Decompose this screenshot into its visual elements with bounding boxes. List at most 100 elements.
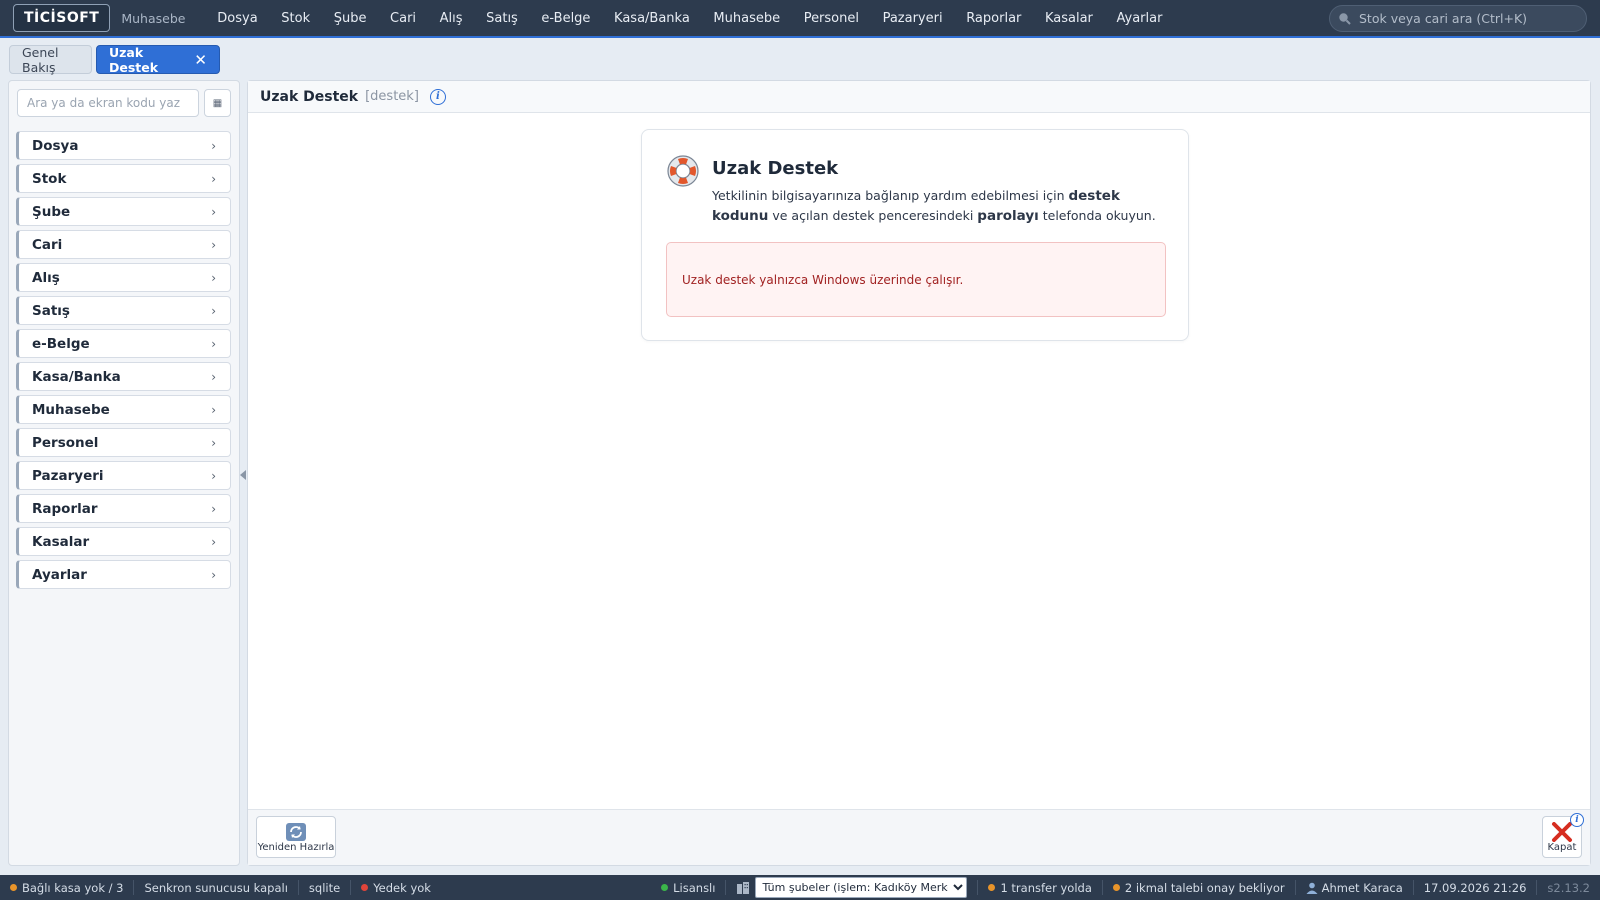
status-sync-text: Senkron sunucusu kapalı bbox=[144, 880, 288, 895]
desc-text: Yetkilinin bilgisayarınıza bağlanıp yard… bbox=[712, 188, 1069, 203]
sidebar-item-personel[interactable]: Personel › bbox=[16, 428, 231, 457]
lifebuoy-icon bbox=[667, 155, 699, 187]
sidebar-item-cari[interactable]: Cari › bbox=[16, 230, 231, 259]
sidebar-item-pazaryeri[interactable]: Pazaryeri › bbox=[16, 461, 231, 490]
status-cash: Bağlı kasa yok / 3 bbox=[0, 881, 133, 895]
sidebar-item-label: Alış bbox=[32, 269, 60, 286]
panel-footer: Yeniden Hazırla Kapat i bbox=[248, 809, 1590, 865]
sidebar-item-raporlar[interactable]: Raporlar › bbox=[16, 494, 231, 523]
tab-bar: Genel Bakış Uzak Destek ✕ bbox=[0, 40, 1600, 78]
status-db-text: sqlite bbox=[308, 880, 341, 895]
status-transfer[interactable]: 1 transfer yolda bbox=[978, 881, 1101, 895]
sidebar-item-muhasebe[interactable]: Muhasebe › bbox=[16, 395, 231, 424]
app-logo[interactable]: TİCİSOFT bbox=[13, 4, 111, 32]
tab-uzak-destek[interactable]: Uzak Destek ✕ bbox=[96, 45, 220, 75]
sidebar-item-label: Pazaryeri bbox=[32, 467, 104, 484]
sidebar-item-stok[interactable]: Stok › bbox=[16, 164, 231, 193]
panel-header: Uzak Destek [destek] i bbox=[248, 81, 1590, 113]
menu-item-muhasebe[interactable]: Muhasebe bbox=[702, 11, 792, 26]
status-cash-text: Bağlı kasa yok / 3 bbox=[22, 880, 124, 895]
menu-item-ayarlar[interactable]: Ayarlar bbox=[1105, 11, 1175, 26]
status-supply[interactable]: 2 ikmal talebi onay bekliyor bbox=[1103, 881, 1295, 895]
status-license: Lisanslı bbox=[651, 881, 725, 895]
menu-item-sube[interactable]: Şube bbox=[322, 11, 378, 26]
sidebar-item-alis[interactable]: Alış › bbox=[16, 263, 231, 292]
close-button[interactable]: Kapat i bbox=[1542, 813, 1584, 858]
status-dot-icon bbox=[361, 884, 369, 891]
building-icon bbox=[737, 882, 750, 894]
desc-text: telefonda okuyun. bbox=[1038, 208, 1156, 223]
top-navbar: TİCİSOFT Muhasebe Dosya Stok Şube Cari A… bbox=[0, 0, 1600, 38]
chevron-right-icon: › bbox=[211, 303, 216, 318]
status-transfer-text: 1 transfer yolda bbox=[1000, 880, 1092, 895]
status-user-text: Ahmet Karaca bbox=[1321, 880, 1403, 895]
menu-item-personel[interactable]: Personel bbox=[792, 11, 871, 26]
sidebar-item-sube[interactable]: Şube › bbox=[16, 197, 231, 226]
reload-button[interactable]: Yeniden Hazırla bbox=[256, 816, 336, 858]
tab-genel-bakis[interactable]: Genel Bakış bbox=[9, 44, 92, 75]
refresh-icon bbox=[286, 822, 306, 841]
status-user[interactable]: Ahmet Karaca bbox=[1296, 881, 1413, 895]
status-backup: Yedek yok bbox=[351, 881, 441, 895]
sidebar-item-label: Muhasebe bbox=[32, 401, 110, 418]
tab-label: Genel Bakış bbox=[22, 44, 59, 75]
remote-support-card: Uzak Destek Yetkilinin bilgisayarınıza b… bbox=[641, 129, 1189, 341]
page-title: Uzak Destek bbox=[260, 88, 359, 105]
menu-item-alis[interactable]: Alış bbox=[428, 11, 474, 26]
menu-item-raporlar[interactable]: Raporlar bbox=[954, 11, 1033, 26]
status-sync: Senkron sunucusu kapalı bbox=[134, 881, 297, 895]
chevron-right-icon: › bbox=[211, 369, 216, 384]
sidebar-menu: Dosya › Stok › Şube › Cari › Alış › Satış › e-… bbox=[16, 131, 231, 593]
grid-icon[interactable]: ▦ bbox=[204, 89, 231, 117]
sidebar-item-label: Satış bbox=[32, 302, 70, 319]
chevron-right-icon: › bbox=[211, 138, 216, 153]
status-dot-icon bbox=[1112, 884, 1120, 891]
chevron-right-icon: › bbox=[211, 468, 216, 483]
menu-item-dosya[interactable]: Dosya bbox=[205, 11, 269, 26]
global-search-input[interactable] bbox=[1359, 11, 1574, 26]
menu-item-ebelge[interactable]: e-Belge bbox=[530, 11, 603, 26]
sidebar-item-ebelge[interactable]: e-Belge › bbox=[16, 329, 231, 358]
status-version: s2.13.2 bbox=[1537, 881, 1600, 895]
branch-select[interactable]: Tüm şubeler (işlem: Kadıköy Merkez) bbox=[755, 877, 968, 898]
close-icon[interactable]: ✕ bbox=[194, 51, 207, 69]
main-panel: Uzak Destek [destek] i Uzak Destek Yetki… bbox=[247, 80, 1591, 866]
menu-item-cari[interactable]: Cari bbox=[378, 11, 428, 26]
error-alert: Uzak destek yalnızca Windows üzerinde ça… bbox=[666, 242, 1166, 317]
status-dot-icon bbox=[661, 884, 669, 891]
sidebar-search-input[interactable] bbox=[17, 89, 199, 117]
chevron-right-icon: › bbox=[211, 567, 216, 582]
status-dot-icon bbox=[988, 884, 996, 891]
chevron-right-icon: › bbox=[211, 237, 216, 252]
menu-item-satis[interactable]: Satış bbox=[474, 11, 529, 26]
desc-bold-password: parolayı bbox=[977, 208, 1039, 224]
status-license-text: Lisanslı bbox=[673, 880, 716, 895]
card-description: Yetkilinin bilgisayarınıza bağlanıp yard… bbox=[712, 186, 1162, 226]
info-icon[interactable]: i bbox=[429, 88, 446, 105]
status-version-text: s2.13.2 bbox=[1547, 880, 1590, 895]
menu-item-kasalar[interactable]: Kasalar bbox=[1033, 11, 1105, 26]
close-label: Kapat bbox=[1547, 841, 1577, 853]
sidebar-item-label: Personel bbox=[32, 434, 99, 451]
menu-item-stok[interactable]: Stok bbox=[269, 11, 321, 26]
status-db: sqlite bbox=[299, 881, 350, 895]
sidebar-item-label: Dosya bbox=[32, 137, 79, 154]
sidebar-item-dosya[interactable]: Dosya › bbox=[16, 131, 231, 160]
info-icon: i bbox=[1570, 813, 1584, 827]
sidebar-item-ayarlar[interactable]: Ayarlar › bbox=[16, 560, 231, 589]
global-search-box[interactable] bbox=[1329, 5, 1587, 32]
sidebar-item-label: Kasa/Banka bbox=[32, 368, 121, 385]
sidebar: ▦ Dosya › Stok › Şube › Cari › Alış › Satış › … bbox=[8, 80, 240, 866]
menu-item-kasa-banka[interactable]: Kasa/Banka bbox=[602, 11, 701, 26]
status-datetime: 17.09.2026 21:26 bbox=[1414, 881, 1537, 895]
sidebar-collapse-handle[interactable] bbox=[240, 470, 246, 480]
sidebar-item-kasa-banka[interactable]: Kasa/Banka › bbox=[16, 362, 231, 391]
chevron-right-icon: › bbox=[211, 336, 216, 351]
desc-text: ve açılan destek penceresindeki bbox=[768, 208, 978, 223]
sidebar-item-label: Raporlar bbox=[32, 500, 98, 517]
chevron-right-icon: › bbox=[211, 402, 216, 417]
sidebar-item-kasalar[interactable]: Kasalar › bbox=[16, 527, 231, 556]
menu-item-pazaryeri[interactable]: Pazaryeri bbox=[871, 11, 955, 26]
chevron-right-icon: › bbox=[211, 204, 216, 219]
sidebar-item-satis[interactable]: Satış › bbox=[16, 296, 231, 325]
